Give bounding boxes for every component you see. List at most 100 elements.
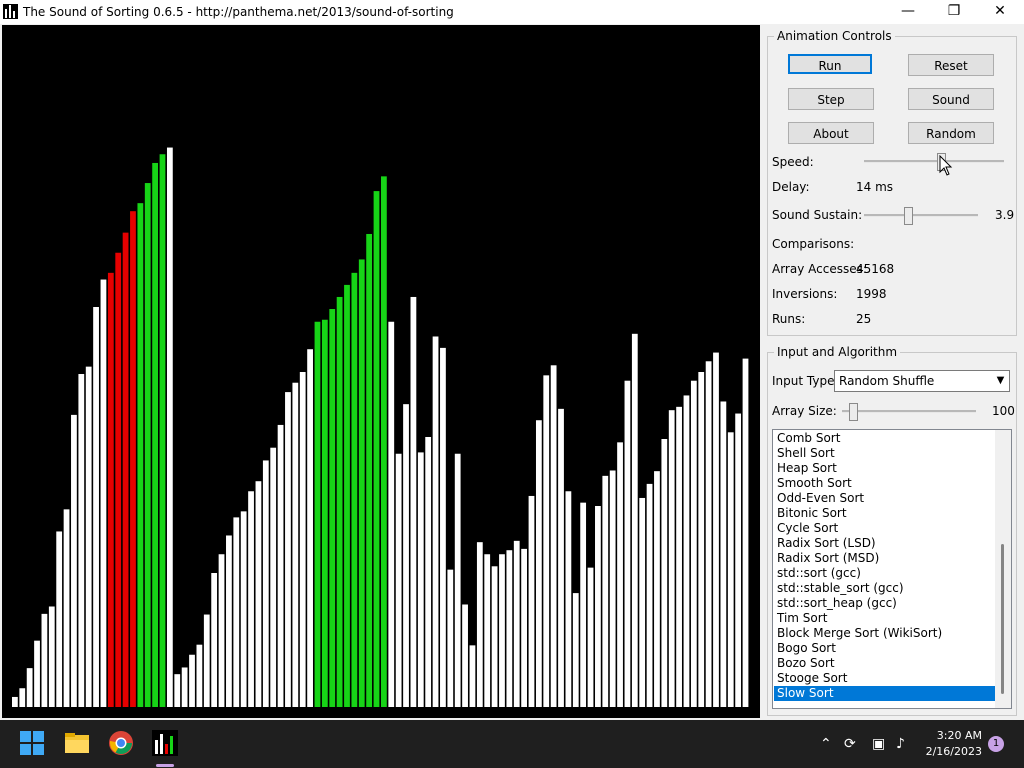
windows-start-icon[interactable] (19, 730, 45, 756)
array-bar (307, 349, 313, 707)
list-item[interactable]: std::sort_heap (gcc) (774, 596, 997, 611)
array-size-slider-thumb[interactable] (848, 403, 858, 421)
array-bar (336, 296, 343, 707)
array-size-slider-track[interactable] (842, 410, 976, 413)
active-app-indicator (156, 764, 174, 767)
array-bar (122, 232, 129, 707)
array-bar (639, 497, 646, 707)
array-bar (12, 696, 18, 707)
array-bar (166, 147, 173, 708)
array-bar (255, 481, 262, 707)
list-item[interactable]: Radix Sort (MSD) (774, 551, 997, 566)
array-bar (440, 347, 446, 707)
array-accesses-value: 45168 (856, 262, 895, 276)
array-bar (56, 531, 63, 707)
algorithm-list[interactable]: Comb Sort Shell Sort Heap Sort Smooth Sort O… (772, 429, 1012, 709)
array-bar (107, 272, 114, 707)
array-bar (617, 442, 623, 707)
list-item[interactable]: std::stable_sort (gcc) (774, 581, 997, 596)
list-item[interactable]: Smooth Sort (774, 476, 997, 491)
array-bar (572, 593, 579, 707)
list-item[interactable]: Bitonic Sort (774, 506, 997, 521)
list-item[interactable]: Heap Sort (774, 461, 997, 476)
list-item[interactable]: Block Merge Sort (WikiSort) (774, 626, 997, 641)
input-type-label: Input Type: (772, 374, 839, 388)
array-bar (410, 296, 417, 707)
array-bar (34, 640, 40, 707)
minimize-icon[interactable]: — (885, 0, 931, 24)
delay-label: Delay: (772, 180, 810, 194)
chevron-down-icon[interactable]: ▼ (992, 371, 1009, 391)
array-bar (71, 414, 77, 707)
list-item[interactable]: Cycle Sort (774, 521, 997, 536)
speaker-icon[interactable]: ♪ (896, 736, 905, 752)
array-bar (705, 361, 712, 707)
sound-button[interactable]: Sound (908, 88, 994, 110)
array-bar (41, 613, 48, 707)
array-bar (211, 573, 218, 707)
delay-value: 14 ms (856, 180, 894, 194)
list-item[interactable]: Slow Sort (774, 686, 997, 701)
array-bar (159, 154, 166, 707)
array-bar (63, 509, 70, 707)
array-bar (676, 406, 682, 707)
array-bar (403, 404, 409, 707)
list-item[interactable]: Odd-Even Sort (774, 491, 997, 506)
sound-of-sorting-icon[interactable] (152, 730, 178, 756)
inversions-label: Inversions: (772, 287, 838, 301)
close-icon[interactable]: ✕ (977, 0, 1023, 24)
array-bar (344, 284, 350, 707)
runs-value: 25 (856, 312, 872, 326)
step-button[interactable]: Step (788, 88, 874, 110)
sync-icon[interactable]: ⟳ (844, 736, 856, 752)
notification-badge[interactable]: 1 (988, 736, 1004, 752)
array-bar (654, 471, 660, 707)
list-item[interactable]: Tim Sort (774, 611, 997, 626)
list-item[interactable]: Bogo Sort (774, 641, 997, 656)
about-button[interactable]: About (788, 122, 874, 144)
chrome-icon[interactable] (108, 730, 134, 756)
runs-label: Runs: (772, 312, 806, 326)
array-bar (565, 491, 572, 707)
input-type-select[interactable]: Random Shuffle ▼ (834, 370, 1010, 392)
list-item[interactable]: std::sort (gcc) (774, 566, 997, 581)
clock-date: 2/16/2023 (925, 745, 982, 758)
speed-slider-track[interactable] (864, 160, 1004, 163)
reset-button[interactable]: Reset (908, 54, 994, 76)
array-bar (388, 321, 395, 707)
array-bar (203, 614, 210, 707)
array-bar (152, 162, 158, 707)
taskbar-clock[interactable]: 3:20 AM 2/16/2023 (926, 728, 982, 760)
list-item[interactable]: Radix Sort (LSD) (774, 536, 997, 551)
random-button[interactable]: Random (908, 122, 994, 144)
list-scrollbar[interactable] (995, 430, 1011, 708)
sustain-slider-thumb[interactable] (904, 207, 914, 225)
array-bar (506, 550, 513, 707)
array-bar (558, 408, 564, 707)
array-bar (329, 309, 336, 707)
array-bar (742, 358, 749, 707)
array-bar (646, 483, 653, 707)
display-icon[interactable]: ▣ (872, 736, 885, 752)
window-title: The Sound of Sorting 0.6.5 - http://pant… (23, 5, 454, 19)
file-explorer-icon[interactable] (64, 730, 90, 756)
array-bar (499, 554, 505, 707)
list-scrollbar-thumb[interactable] (1001, 544, 1004, 694)
array-bar (262, 460, 269, 707)
array-bar (550, 365, 557, 707)
array-bar (144, 183, 151, 707)
input-algorithm-title: Input and Algorithm (774, 345, 901, 359)
chevron-up-icon[interactable]: ⌃ (820, 736, 832, 752)
run-button[interactable]: Run (788, 54, 872, 74)
list-item[interactable]: Bozo Sort (774, 656, 997, 671)
sustain-slider-track[interactable] (864, 214, 978, 217)
array-bar (226, 535, 232, 707)
bar-chart (12, 147, 749, 708)
list-item[interactable]: Comb Sort (774, 431, 997, 446)
app-icon (3, 4, 18, 19)
array-bar (690, 380, 697, 707)
list-item[interactable]: Shell Sort (774, 446, 997, 461)
restore-icon[interactable]: ❐ (931, 0, 977, 24)
list-item[interactable]: Stooge Sort (774, 671, 997, 686)
array-bar (314, 321, 321, 707)
